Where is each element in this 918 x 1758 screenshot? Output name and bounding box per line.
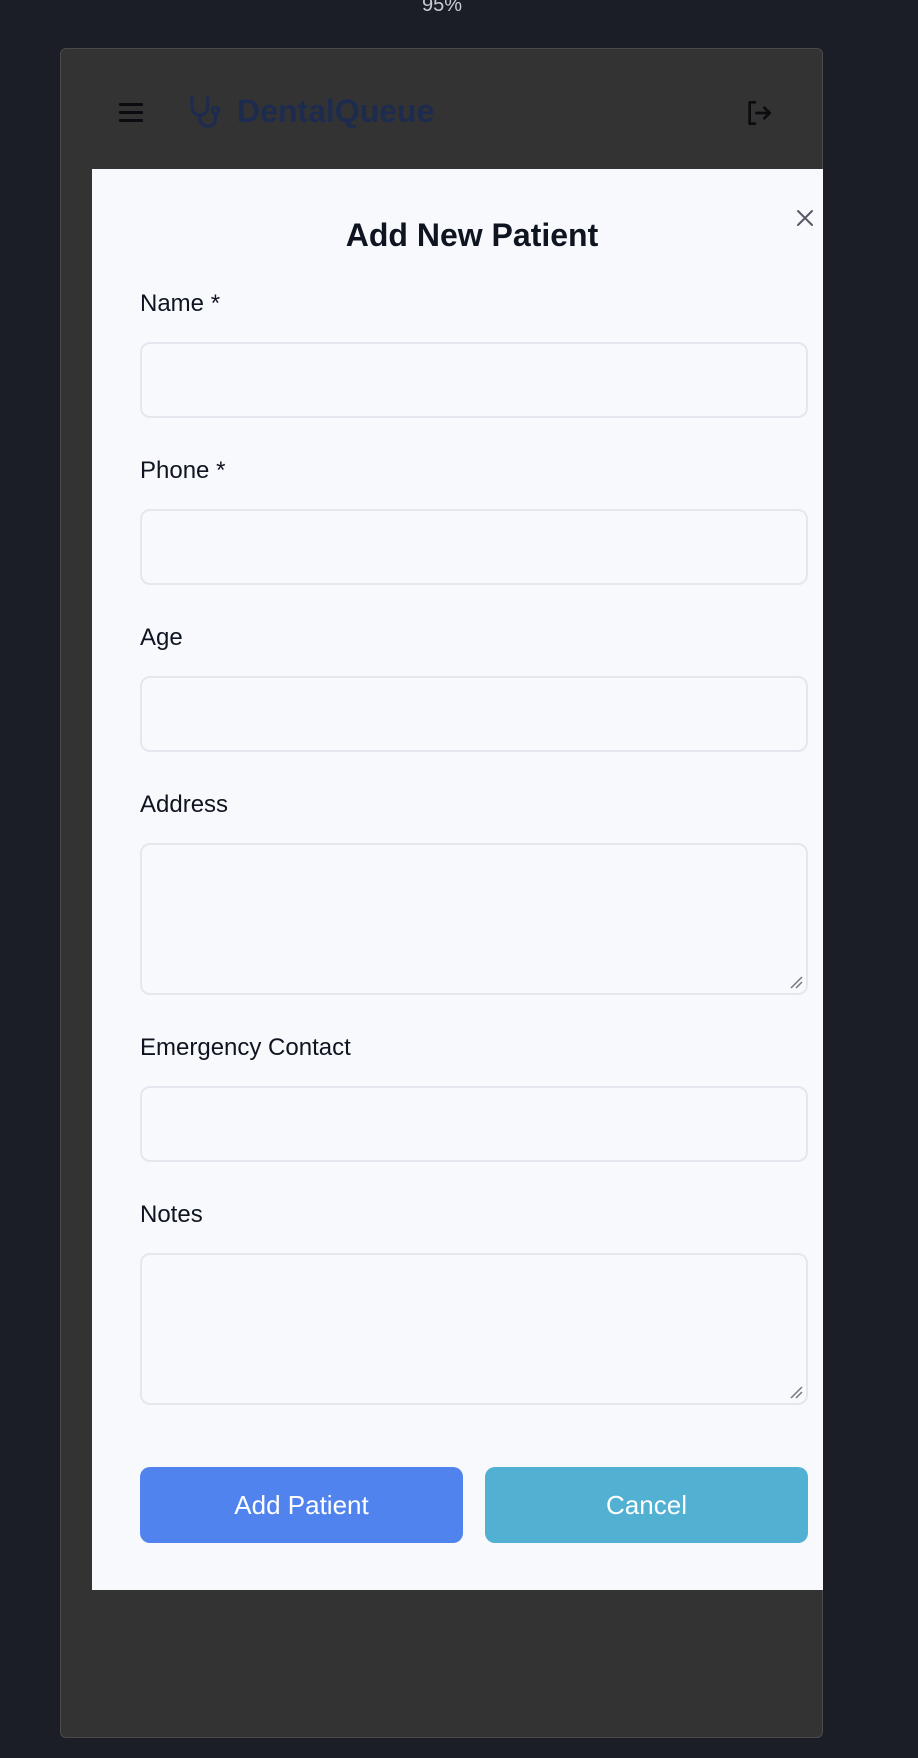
logout-icon[interactable]	[743, 97, 775, 129]
address-field[interactable]	[140, 843, 808, 995]
brand-name: DentalQueue	[237, 93, 435, 129]
resize-handle-icon[interactable]	[789, 1385, 803, 1399]
age-label: Age	[140, 624, 183, 651]
name-field[interactable]	[140, 342, 808, 418]
hamburger-menu-icon[interactable]	[119, 103, 143, 123]
add-patient-button[interactable]: Add Patient	[140, 1467, 463, 1543]
modal-title: Add New Patient	[345, 217, 599, 253]
notes-label: Notes	[140, 1201, 203, 1228]
phone-field[interactable]	[140, 509, 808, 585]
zoom-level: 95%	[421, 0, 463, 16]
resize-handle-icon[interactable]	[789, 975, 803, 989]
emergency-contact-field[interactable]	[140, 1086, 808, 1162]
add-patient-modal: Add New Patient Name * Phone * Age Addre…	[92, 169, 823, 1590]
age-field[interactable]	[140, 676, 808, 752]
name-label: Name *	[140, 290, 221, 317]
cancel-button[interactable]: Cancel	[485, 1467, 808, 1543]
notes-field[interactable]	[140, 1253, 808, 1405]
address-label: Address	[140, 791, 229, 818]
stethoscope-icon	[190, 96, 221, 128]
phone-label: Phone *	[140, 457, 226, 484]
emergency-contact-label: Emergency Contact	[140, 1034, 351, 1061]
app-header: DentalQueue	[61, 49, 822, 169]
